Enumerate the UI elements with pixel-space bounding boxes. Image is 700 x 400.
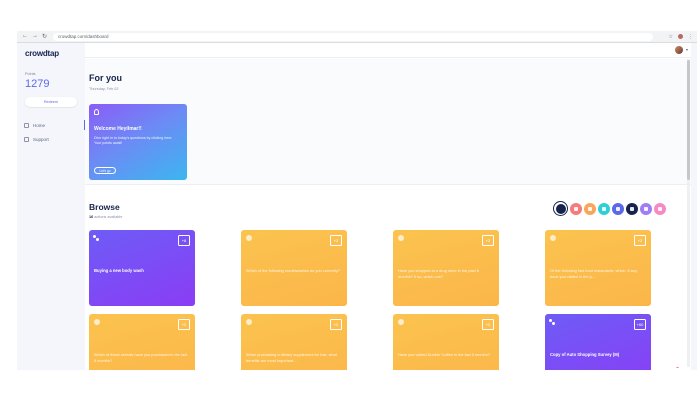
sidebar-item-support[interactable]: Support: [24, 134, 85, 144]
poll-icon: [549, 319, 556, 325]
user-avatar[interactable]: [675, 46, 683, 54]
filter-indigo-icon: [616, 206, 620, 211]
browser-tools: ☆ ⋮: [669, 34, 693, 40]
address-bar[interactable]: crowdtap.com/dashboard: [53, 32, 654, 41]
action-card[interactable]: +8 Buying a new body wash: [89, 230, 195, 306]
filter-red-icon: [574, 206, 578, 211]
action-card[interactable]: +2 Of the following fast food restaurants…: [545, 230, 651, 306]
card-text: Have you visited Dunkin' Coffee in the l…: [398, 352, 490, 357]
browse-count-text: actions available: [94, 215, 123, 219]
reload-icon[interactable]: ↻: [42, 33, 47, 40]
sidebar-item-label: Support: [33, 136, 49, 142]
question-icon: [398, 319, 404, 325]
chevron-down-icon[interactable]: ▾: [686, 47, 688, 52]
for-you-title: For you: [89, 73, 122, 83]
filter-pink[interactable]: [654, 202, 666, 215]
welcome-title: Welcome Heyilmar!!: [94, 126, 142, 132]
for-you-date: Thursday, Feb 02: [89, 87, 119, 91]
points-label: Points: [25, 72, 36, 76]
action-card[interactable]: +2 Have you shopped at a drug store in th…: [393, 230, 499, 306]
card-text: Have you shopped at a drug store in the …: [398, 268, 479, 279]
browse-count-number: 16: [89, 215, 94, 219]
welcome-text: Dive right in to today's questions by cl…: [94, 136, 173, 145]
poll-icon: [93, 235, 100, 241]
filter-pink-icon: [658, 206, 662, 211]
star-icon[interactable]: ☆: [669, 34, 673, 40]
filter-all[interactable]: [553, 201, 568, 216]
action-card[interactable]: +2 Which of these cereals have you purcha…: [89, 314, 195, 370]
card-text: Which of these cereals have you purchase…: [94, 352, 188, 363]
browser-toolbar: ← → ↻ crowdtap.com/dashboard ☆ ⋮: [17, 31, 697, 43]
question-icon: [398, 235, 404, 241]
profile-icon[interactable]: [678, 34, 683, 39]
browse-section: Browse 16 actions available +8 Buying a n…: [85, 185, 687, 370]
points-badge: +2: [330, 319, 342, 330]
welcome-button[interactable]: Let's go: [94, 167, 116, 174]
browse-count: 16 actions available: [89, 215, 122, 219]
category-filters: [553, 201, 666, 216]
question-icon: [246, 235, 252, 241]
filter-indigo[interactable]: [612, 202, 624, 215]
card-text: Which of the following mouthwashes do yo…: [246, 268, 340, 273]
action-card[interactable]: +60 Copy of Auto Shopping Survey (M): [545, 314, 651, 370]
top-bar: ▾: [85, 43, 691, 58]
points-badge: +8: [178, 235, 190, 246]
main-content: ▾ For you Thursday, Feb 02 Welcome Heyil…: [85, 43, 691, 370]
sidebar-item-home[interactable]: Home: [24, 120, 85, 130]
sidebar-item-label: Home: [33, 122, 46, 128]
filter-violet[interactable]: [640, 202, 652, 215]
forward-icon[interactable]: →: [32, 33, 38, 40]
support-icon: [24, 136, 29, 142]
filter-navy[interactable]: [626, 202, 638, 215]
card-text: Buying a new body wash: [94, 268, 144, 273]
filter-orange[interactable]: [584, 202, 596, 215]
action-card[interactable]: +2 Have you visited Dunkin' Coffee in the…: [393, 314, 499, 370]
question-icon: [246, 319, 252, 325]
question-icon: [94, 319, 100, 325]
action-card[interactable]: +2 Which of the following mouthwashes do …: [241, 230, 347, 306]
points-badge: +2: [178, 319, 190, 330]
points-badge: +60: [634, 319, 646, 330]
filter-red[interactable]: [570, 202, 582, 215]
points-badge: +2: [634, 235, 646, 246]
points-value: 1279: [25, 78, 50, 90]
sidebar: crowdtap Points 1279 Redeem Home Support: [17, 43, 85, 370]
page: ← → ↻ crowdtap.com/dashboard ☆ ⋮ crowdta…: [0, 0, 700, 400]
points-badge: +2: [482, 235, 494, 246]
filter-all-icon: [555, 203, 566, 214]
redeem-button[interactable]: Redeem: [25, 97, 77, 107]
filter-teal-icon: [602, 206, 606, 211]
menu-dots-icon[interactable]: ⋮: [688, 34, 693, 40]
points-badge: +2: [482, 319, 494, 330]
card-text: When purchasing a dietary supplement for…: [246, 352, 337, 363]
floating-icon: ⌁: [676, 365, 680, 371]
filter-teal[interactable]: [598, 202, 610, 215]
app-window: crowdtap Points 1279 Redeem Home Support…: [17, 43, 697, 370]
back-icon[interactable]: ←: [22, 33, 28, 40]
card-text: Copy of Auto Shopping Survey (M): [550, 352, 620, 357]
points-badge: +2: [330, 235, 342, 246]
lightbulb-icon: [94, 109, 99, 115]
card-text: Of the following fast food restaurants, …: [550, 268, 638, 279]
question-icon: [550, 235, 556, 241]
for-you-section: For you Thursday, Feb 02 Welcome Heyilma…: [85, 59, 691, 185]
action-card[interactable]: +2 When purchasing a dietary supplement f…: [241, 314, 347, 370]
filter-orange-icon: [588, 206, 592, 211]
scrollbar-thumb[interactable]: [687, 60, 690, 180]
browser-nav: ← → ↻: [22, 33, 47, 40]
browse-title: Browse: [89, 202, 120, 212]
home-icon: [24, 122, 29, 128]
welcome-card[interactable]: Welcome Heyilmar!! Dive right in to toda…: [89, 104, 187, 180]
filter-navy-icon: [630, 206, 634, 211]
app-logo[interactable]: crowdtap: [25, 49, 59, 58]
filter-violet-icon: [644, 206, 648, 211]
